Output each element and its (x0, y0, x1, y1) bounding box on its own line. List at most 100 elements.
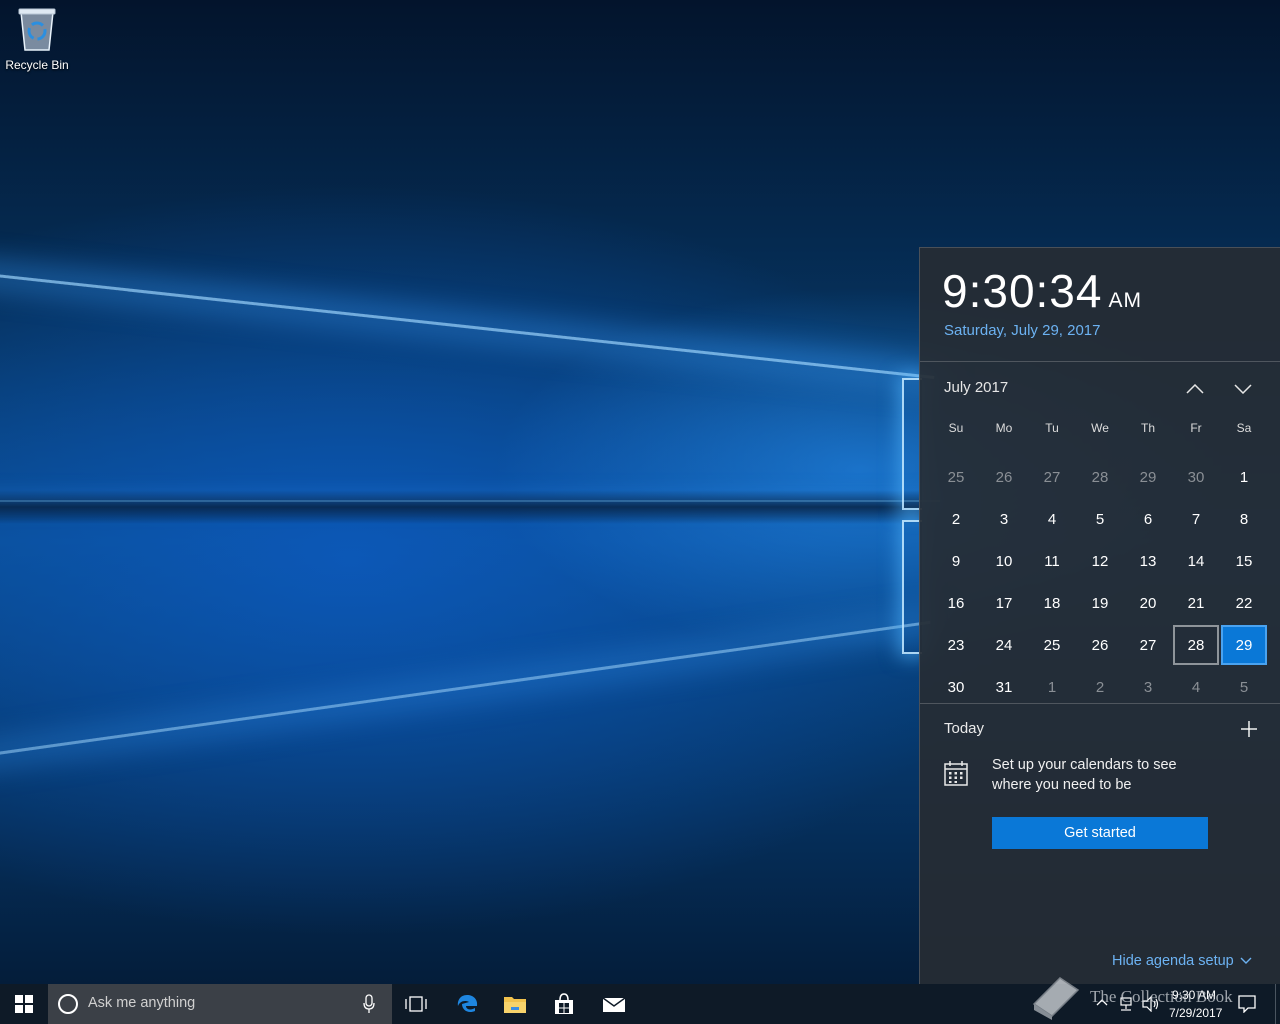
calendar-day[interactable]: 5 (1220, 666, 1268, 708)
calendar-day[interactable]: 11 (1028, 540, 1076, 582)
calendar-day[interactable]: 1 (1220, 456, 1268, 498)
month-title[interactable]: July 2017 (944, 379, 1008, 396)
calendar-day[interactable]: 26 (1076, 624, 1124, 666)
file-explorer-button[interactable] (491, 984, 539, 1024)
desktop-icon-label: Recycle Bin (5, 58, 69, 72)
calendar-day[interactable]: 27 (1028, 456, 1076, 498)
calendar-day[interactable]: 10 (980, 540, 1028, 582)
clock-time-value: 9:30:34 (942, 265, 1103, 317)
calendar-day[interactable]: 4 (1172, 666, 1220, 708)
calendar-day[interactable]: 22 (1220, 582, 1268, 624)
calendar-day[interactable]: 28 (1076, 456, 1124, 498)
windows-logo-icon (15, 995, 33, 1013)
full-date-link[interactable]: Saturday, July 29, 2017 (944, 322, 1101, 339)
calendar-day[interactable]: 29 (1124, 456, 1172, 498)
chevron-down-icon (1240, 957, 1252, 964)
calendar-day[interactable]: 15 (1220, 540, 1268, 582)
calendar-day[interactable]: 26 (980, 456, 1028, 498)
calendar-day[interactable]: 31 (980, 666, 1028, 708)
calendar-day-today[interactable]: 29 (1221, 625, 1267, 665)
calendar-day[interactable]: 2 (1076, 666, 1124, 708)
edge-icon (457, 995, 478, 1013)
calendar-day[interactable]: 23 (932, 624, 980, 666)
calendar-day[interactable]: 21 (1172, 582, 1220, 624)
chevron-up-icon (1186, 384, 1204, 394)
calendar-day[interactable]: 30 (1172, 456, 1220, 498)
edge-button[interactable] (443, 984, 491, 1024)
weekday-header: Fr (1190, 421, 1202, 435)
divider (920, 361, 1280, 362)
calendar-day[interactable]: 20 (1124, 582, 1172, 624)
previous-month-button[interactable] (1180, 376, 1210, 402)
calendar-day[interactable]: 17 (980, 582, 1028, 624)
clock-ampm: AM (1108, 289, 1142, 312)
calendar-day[interactable]: 19 (1076, 582, 1124, 624)
chevron-down-icon (1234, 384, 1252, 394)
action-center-icon[interactable] (1238, 995, 1256, 1013)
calendar-day[interactable]: 9 (932, 540, 980, 582)
calendar-day[interactable]: 7 (1172, 498, 1220, 540)
cortana-icon (58, 994, 78, 1014)
watermark: The Collection Book (1030, 974, 1233, 1020)
weekday-header: We (1091, 421, 1109, 435)
weekday-header: Su (948, 421, 964, 435)
calendar-day[interactable]: 16 (932, 582, 980, 624)
calendar-day[interactable]: 2 (932, 498, 980, 540)
plus-icon (1241, 721, 1257, 737)
weekday-header: Th (1140, 421, 1155, 435)
calendar-day[interactable]: 18 (1028, 582, 1076, 624)
hide-agenda-setup-link[interactable]: Hide agenda setup (1112, 953, 1252, 969)
calendar-day-selected[interactable]: 28 (1173, 625, 1219, 665)
calendar-grid: Su Mo Tu We Th Fr Sa 25 26 27 28 29 30 1 2 3 4 5 6 7 8 9 10 11 1… (932, 414, 1268, 708)
recycle-bin-icon (18, 8, 56, 51)
divider (920, 703, 1280, 704)
weekday-header: Tu (1045, 421, 1059, 435)
microphone-icon[interactable] (362, 994, 376, 1014)
calendar-day[interactable]: 12 (1076, 540, 1124, 582)
calendar-day[interactable]: 14 (1172, 540, 1220, 582)
calendar-day[interactable]: 3 (980, 498, 1028, 540)
cortana-search-box[interactable]: Ask me anything (48, 984, 392, 1024)
calendar-icon (944, 760, 968, 791)
calendar-day[interactable]: 5 (1076, 498, 1124, 540)
calendar-day[interactable]: 25 (1028, 624, 1076, 666)
calendar-day[interactable]: 24 (980, 624, 1028, 666)
next-month-button[interactable] (1228, 376, 1258, 402)
file-explorer-icon (504, 997, 526, 1013)
light-band-middle (0, 490, 920, 524)
store-button[interactable] (540, 984, 588, 1024)
clock-calendar-flyout: 9:30:34 AM Saturday, July 29, 2017 July 2… (919, 247, 1280, 984)
light-beam-bottom (0, 620, 931, 763)
clock-time: 9:30:34 AM (942, 264, 1142, 318)
watermark-text: The Collection Book (1090, 987, 1233, 1006)
mail-button[interactable] (590, 984, 638, 1024)
calendar-setup-text: Set up your calendars to see where you n… (992, 757, 1177, 793)
show-desktop-button[interactable] (1275, 984, 1280, 1024)
agenda-title: Today (944, 720, 985, 737)
calendar-day[interactable]: 1 (1028, 666, 1076, 708)
weekday-header: Sa (1236, 421, 1252, 435)
task-view-icon (405, 996, 427, 1012)
start-button[interactable] (0, 984, 48, 1024)
store-icon (555, 993, 573, 1014)
weekday-header: Mo (995, 421, 1013, 435)
light-beam-top (0, 268, 935, 379)
task-view-button[interactable] (392, 984, 440, 1024)
calendar-day[interactable]: 27 (1124, 624, 1172, 666)
mail-icon (602, 997, 626, 1012)
calendar-day[interactable]: 13 (1124, 540, 1172, 582)
add-event-button[interactable] (1238, 718, 1260, 740)
get-started-button[interactable]: Get started (992, 817, 1208, 849)
calendar-day[interactable]: 6 (1124, 498, 1172, 540)
book-icon (1032, 977, 1080, 1020)
calendar-day[interactable]: 4 (1028, 498, 1076, 540)
calendar-day[interactable]: 3 (1124, 666, 1172, 708)
search-placeholder: Ask me anything (88, 995, 196, 1011)
calendar-day[interactable]: 25 (932, 456, 980, 498)
calendar-day[interactable]: 30 (932, 666, 980, 708)
clock-header: 9:30:34 AM Saturday, July 29, 2017 (920, 248, 1280, 361)
light-beam-middle (0, 500, 940, 502)
calendar-day[interactable]: 8 (1220, 498, 1268, 540)
desktop-icon-recycle-bin[interactable]: Recycle Bin (4, 6, 70, 72)
hide-agenda-label: Hide agenda setup (1112, 953, 1234, 969)
